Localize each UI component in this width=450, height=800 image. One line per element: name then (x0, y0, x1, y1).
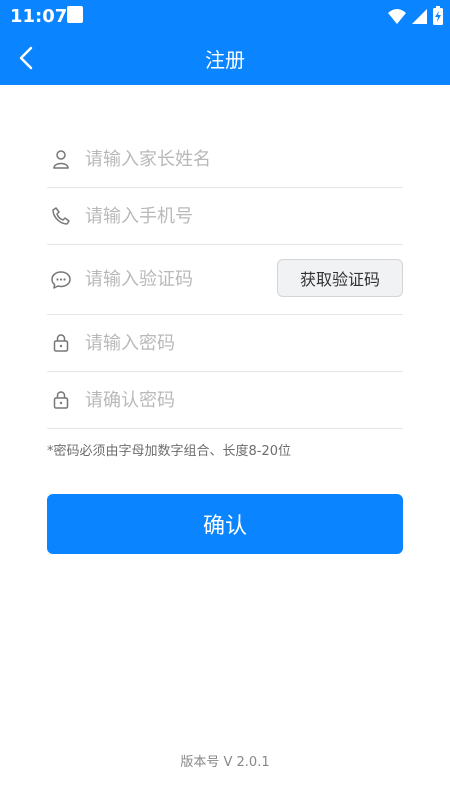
navigation-bar: 注册 (0, 31, 450, 85)
notification-icon (67, 6, 83, 23)
phone-row (47, 188, 403, 245)
signal-icon (412, 9, 427, 24)
lock-icon (47, 330, 74, 357)
registration-form: 获取验证码 (47, 131, 403, 429)
user-icon (47, 146, 74, 173)
phone-input[interactable] (85, 205, 403, 227)
version-label: 版本号 V 2.0.1 (180, 755, 270, 770)
password-input[interactable] (85, 332, 403, 354)
password-requirement-note: *密码必须由字母加数字组合、长度8-20位 (47, 444, 292, 459)
top-app-bar: 11:07 注册 (0, 0, 450, 85)
confirm-button[interactable]: 确认 (47, 494, 403, 554)
status-bar: 11:07 (0, 0, 450, 31)
page-title: 注册 (205, 48, 245, 72)
wifi-icon (388, 9, 406, 24)
battery-charging-icon (433, 6, 443, 25)
parent-name-input[interactable] (85, 148, 403, 170)
parent-name-row (47, 131, 403, 188)
get-verification-code-button[interactable]: 获取验证码 (277, 259, 403, 297)
chat-bubble-icon (47, 266, 74, 293)
password-row (47, 315, 403, 372)
register-page: 11:07 注册 请输入家长姓名 请输入手机号 请输入验证码 获取验证码 *密码… (0, 0, 450, 800)
verification-row: 获取验证码 (47, 245, 403, 315)
confirm-password-row (47, 372, 403, 429)
phone-icon (47, 203, 74, 230)
status-time: 11:07 (10, 6, 68, 27)
lock-icon (47, 387, 74, 414)
confirm-password-input[interactable] (85, 389, 403, 411)
status-icons (387, 6, 444, 26)
